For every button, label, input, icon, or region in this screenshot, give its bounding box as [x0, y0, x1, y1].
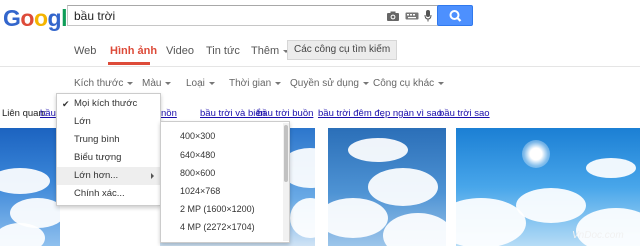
menu-item-label: Trung bình: [74, 134, 120, 145]
scrollbar-thumb[interactable]: [284, 125, 288, 182]
filter-type-label: Loại: [186, 78, 205, 89]
chevron-down-icon: [362, 81, 369, 85]
checkmark-icon: ✔: [62, 99, 70, 109]
menu-item-label: Chính xác...: [74, 188, 125, 199]
tab-more[interactable]: Thêm: [251, 45, 290, 57]
filter-color-label: Màu: [142, 78, 162, 89]
chevron-down-icon: [127, 81, 134, 85]
tab-news[interactable]: Tin tức: [206, 45, 240, 57]
image-result[interactable]: [328, 128, 446, 246]
chevron-down-icon: [438, 81, 445, 85]
filter-color[interactable]: Màu: [142, 78, 172, 89]
larger-than-submenu: 400×300 640×480 800×600 1024×768 2 MP (1…: [160, 121, 290, 243]
chevron-down-icon: [275, 81, 282, 85]
filter-time-label: Thời gian: [229, 78, 272, 89]
filter-time[interactable]: Thời gian: [229, 78, 282, 89]
logo-letter: g: [47, 5, 62, 31]
logo-letter: o: [20, 5, 34, 31]
image-result[interactable]: [456, 128, 640, 246]
active-tab-indicator: [108, 62, 150, 65]
tab-web[interactable]: Web: [74, 45, 96, 57]
search-button[interactable]: [437, 5, 473, 26]
google-images-page: Google bầu trời Web Hình: [0, 0, 640, 246]
tab-images[interactable]: Hình ảnh: [110, 45, 157, 57]
related-link[interactable]: bầu: [40, 108, 56, 119]
menu-item-larger-than[interactable]: Lớn hơn...: [57, 167, 160, 185]
sun-glare: [522, 140, 550, 168]
camera-icon[interactable]: [386, 9, 400, 23]
menu-item-any-size[interactable]: ✔ Mọi kích thước: [57, 95, 160, 113]
search-query-text: bầu trời: [74, 9, 116, 23]
filter-size[interactable]: Kích thước: [74, 78, 134, 89]
filter-more-tools[interactable]: Công cụ khác: [373, 78, 445, 89]
menu-item-icon-size[interactable]: Biểu tượng: [57, 149, 160, 167]
logo-letter: G: [3, 5, 21, 31]
filter-usage-rights[interactable]: Quyền sử dụng: [290, 78, 369, 89]
watermark: VnDoc.com: [572, 230, 624, 241]
filter-size-label: Kích thước: [74, 78, 124, 89]
search-icon: [449, 10, 462, 22]
size-dropdown-menu: ✔ Mọi kích thước Lớn Trung bình Biểu tượ…: [56, 93, 161, 206]
related-link[interactable]: bầu trời buồn: [257, 108, 313, 119]
tab-video[interactable]: Video: [166, 45, 194, 57]
menu-item-label: Mọi kích thước: [74, 98, 138, 109]
filter-more-tools-label: Công cụ khác: [373, 78, 435, 89]
submenu-item[interactable]: 800×600: [180, 168, 215, 178]
chevron-down-icon: [165, 81, 172, 85]
chevron-right-icon: [151, 173, 154, 179]
microphone-icon[interactable]: [424, 9, 432, 23]
related-link[interactable]: nồn: [161, 108, 177, 119]
menu-item-exact[interactable]: Chính xác...: [57, 185, 160, 203]
submenu-item[interactable]: 400×300: [180, 131, 215, 141]
search-tabs: Web Hình ảnh Video Tin tức Thêm Các công…: [0, 38, 640, 65]
submenu-item[interactable]: 1024×768: [180, 186, 220, 196]
menu-item-medium[interactable]: Trung bình: [57, 131, 160, 149]
submenu-item[interactable]: 640×480: [180, 150, 215, 160]
tab-more-label: Thêm: [251, 45, 280, 57]
image-result[interactable]: [0, 128, 60, 246]
filter-type[interactable]: Loại: [186, 78, 215, 89]
menu-item-label: Biểu tượng: [74, 152, 122, 163]
chevron-down-icon: [208, 81, 215, 85]
menu-item-label: Lớn hơn...: [74, 170, 119, 181]
related-link[interactable]: bầu trời đêm đẹp ngàn vì sao: [318, 108, 442, 119]
related-link[interactable]: bầu trời sao: [439, 108, 490, 119]
keyboard-icon[interactable]: [405, 9, 419, 23]
menu-item-large[interactable]: Lớn: [57, 113, 160, 131]
search-input[interactable]: bầu trời: [67, 5, 439, 26]
logo-letter: o: [33, 5, 48, 31]
search-tools-button[interactable]: Các công cụ tìm kiếm: [287, 40, 398, 60]
submenu-item[interactable]: 2 MP (1600×1200): [180, 204, 255, 214]
menu-item-label: Lớn: [74, 116, 91, 127]
filter-usage-rights-label: Quyền sử dụng: [290, 78, 359, 89]
submenu-item[interactable]: 4 MP (2272×1704): [180, 222, 255, 232]
